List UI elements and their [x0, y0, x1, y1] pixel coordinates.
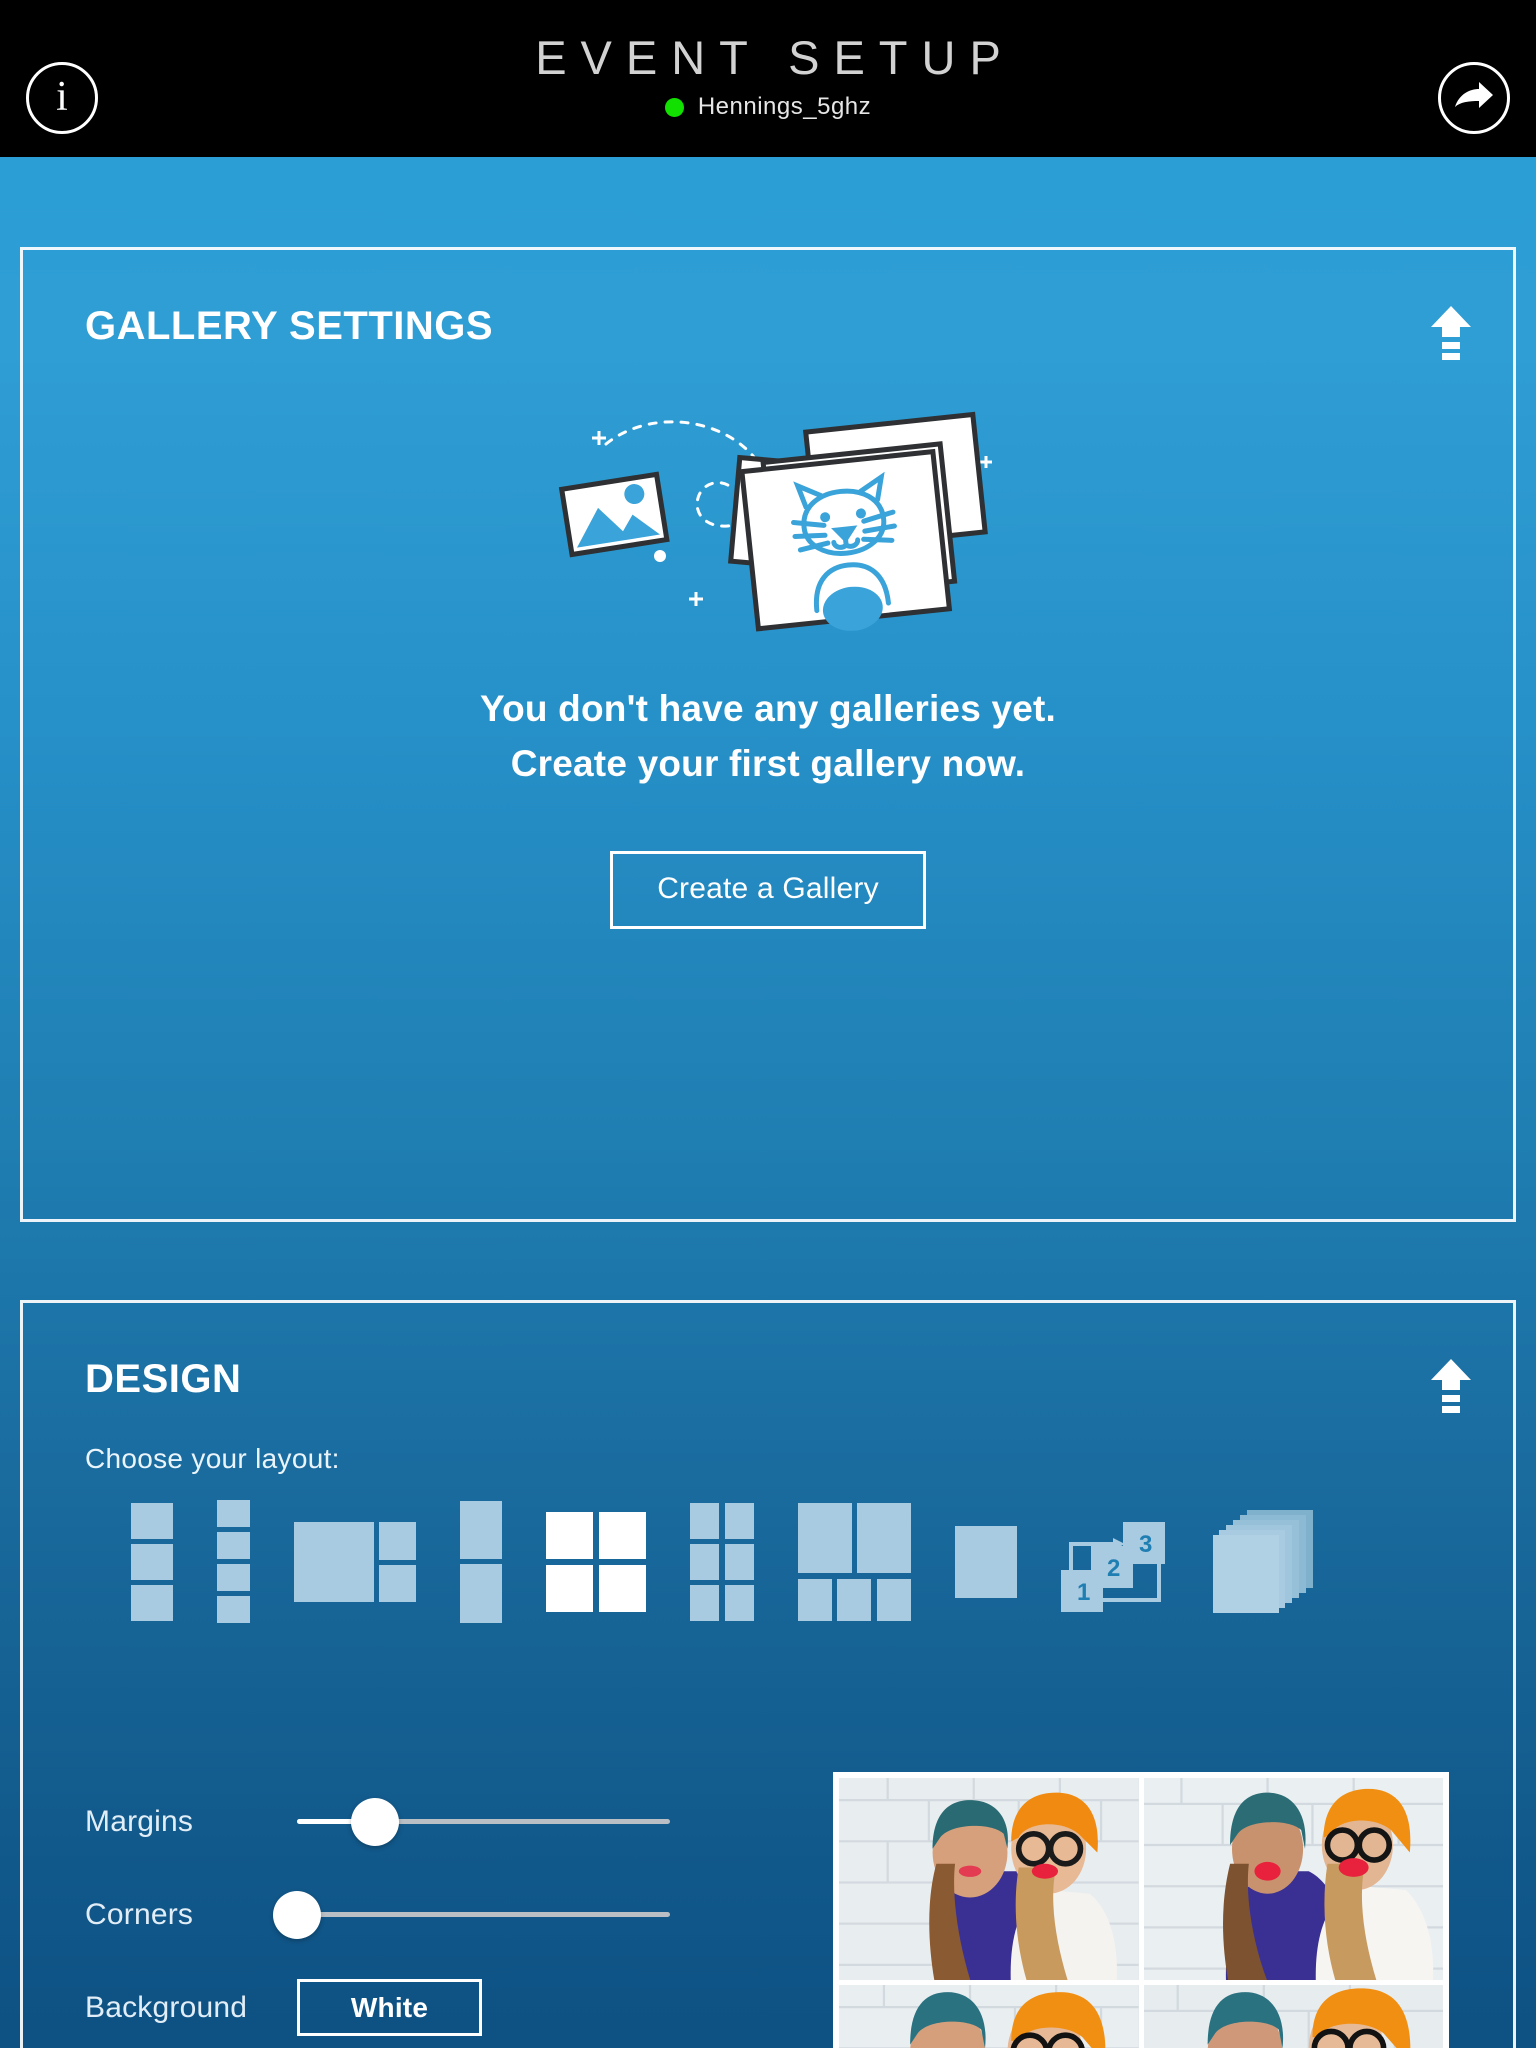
preview-photo-4 [1143, 1984, 1443, 2048]
page-title: EVENT SETUP [535, 30, 1015, 84]
corners-slider[interactable] [273, 1890, 670, 1939]
background-label: Background [85, 1990, 248, 2024]
layout-option-strip-4-vertical[interactable] [217, 1497, 250, 1627]
corners-slider-track [297, 1912, 670, 1917]
layout-option-one-large-two-small[interactable] [294, 1497, 416, 1627]
gallery-panel-header: GALLERY SETTINGS [23, 250, 1513, 362]
photo-gallery-cat-illustration [558, 411, 992, 632]
collapse-up-arrow-icon[interactable] [1429, 306, 1473, 362]
forward-arrow-icon [1455, 82, 1493, 108]
margins-slider[interactable] [297, 1797, 670, 1846]
wifi-connected-dot-icon [664, 97, 684, 117]
empty-gallery-illustration-wrap [23, 396, 1513, 636]
control-row-corners: Corners [23, 1868, 743, 1961]
top-bar: i EVENT SETUP Hennings_5ghz [0, 0, 1536, 157]
info-icon: i [56, 73, 68, 120]
layout-option-grid-2x3[interactable] [690, 1497, 754, 1627]
create-gallery-button[interactable]: Create a Gallery [610, 850, 926, 929]
create-gallery-button-wrap: Create a Gallery [23, 850, 1513, 929]
design-controls: Margins Corners Background White [23, 1775, 743, 2048]
margins-slider-knob[interactable] [351, 1797, 400, 1846]
layout-preview-grid [839, 1778, 1443, 2048]
empty-gallery-message: You don't have any galleries yet. Create… [23, 682, 1513, 792]
layout-option-grid-2x2[interactable] [546, 1497, 646, 1627]
gallery-settings-panel: GALLERY SETTINGS You don't have any gall… [20, 247, 1516, 1222]
layout-options: 1 2 3 [23, 1475, 1513, 1625]
info-button[interactable]: i [26, 62, 98, 134]
layout-option-two-top-three-bottom[interactable] [798, 1497, 911, 1627]
design-title: DESIGN [85, 1357, 242, 1401]
margins-label: Margins [85, 1804, 194, 1838]
svg-text:3: 3 [1139, 1531, 1152, 1558]
wifi-network-name: Hennings_5ghz [697, 93, 872, 121]
control-row-background: Background White [23, 1961, 743, 2048]
svg-text:1: 1 [1077, 1579, 1090, 1606]
layout-option-two-vertical[interactable] [460, 1497, 502, 1627]
background-value-button[interactable]: White [297, 1979, 482, 2036]
wifi-status: Hennings_5ghz [664, 93, 872, 121]
preview-photo-1 [839, 1778, 1139, 1980]
layout-option-single-photo[interactable] [955, 1497, 1017, 1627]
layout-option-photo-stack[interactable] [1213, 1497, 1313, 1627]
layout-preview[interactable] [833, 1772, 1449, 2048]
design-panel-header: DESIGN [23, 1303, 1513, 1415]
empty-message-line-1: You don't have any galleries yet. [479, 688, 1057, 729]
svg-text:2: 2 [1107, 1555, 1120, 1582]
preview-photo-3 [839, 1984, 1139, 2048]
layout-option-strip-3-vertical[interactable] [131, 1497, 173, 1627]
collapse-up-arrow-icon[interactable] [1429, 1359, 1473, 1415]
topbar-center: EVENT SETUP Hennings_5ghz [521, 30, 1015, 122]
corners-slider-knob[interactable] [273, 1890, 321, 1939]
next-button[interactable] [1438, 62, 1510, 134]
page-body: GALLERY SETTINGS You don't have any gall… [0, 157, 1536, 2048]
control-row-margins: Margins [23, 1775, 743, 1868]
preview-photo-2 [1143, 1778, 1443, 1980]
layout-option-animated-gif-sequence[interactable]: 1 2 3 [1061, 1497, 1169, 1627]
design-panel: DESIGN Choose your layout: 1 2 3 Margins… [20, 1300, 1516, 2048]
gallery-settings-title: GALLERY SETTINGS [85, 304, 494, 348]
corners-label: Corners [85, 1897, 194, 1931]
choose-layout-label: Choose your layout: [85, 1443, 340, 1474]
empty-message-line-2: Create your first gallery now. [510, 742, 1026, 784]
